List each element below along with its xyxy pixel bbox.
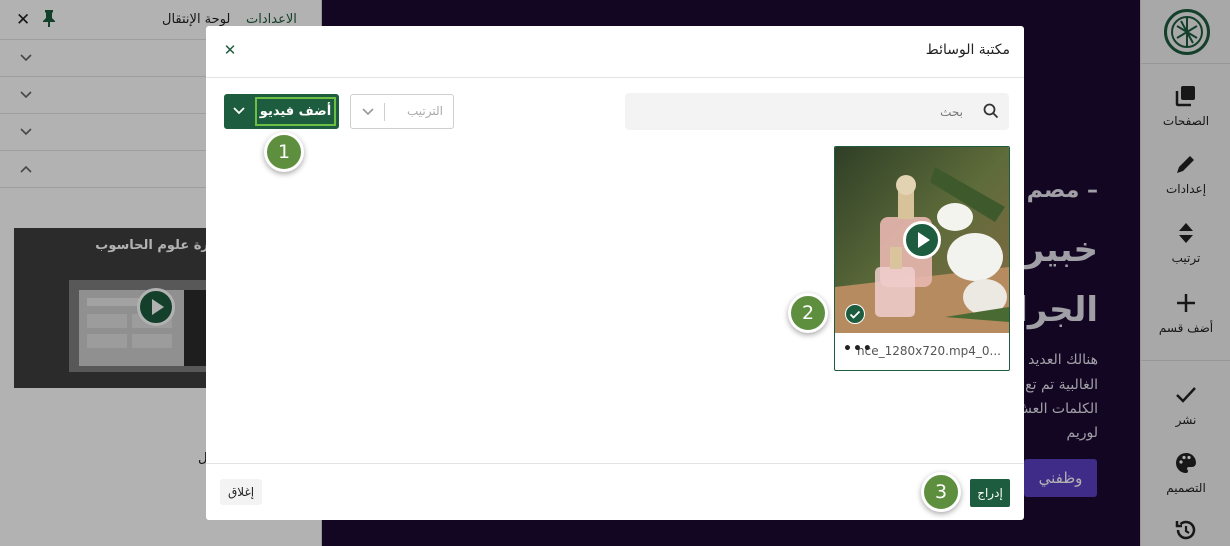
search-input[interactable]	[625, 93, 975, 130]
chevron-down-icon	[362, 108, 374, 116]
sort-select[interactable]: الترتيب	[350, 94, 454, 129]
modal-footer: إغلاق إدراج	[206, 463, 1024, 520]
close-icon[interactable]: ✕	[220, 40, 240, 60]
step-badge-2: 2	[788, 293, 828, 333]
search-icon	[983, 103, 999, 119]
insert-button[interactable]: إدراج	[970, 479, 1010, 507]
media-library-modal: مكتبة الوسائط ✕ الترتيب أضف فيديو	[206, 26, 1024, 520]
add-video-button[interactable]: أضف فيديو	[224, 94, 339, 129]
close-button[interactable]: إغلاق	[220, 479, 263, 505]
media-item[interactable]: nce_1280x720.mp4_0... •••	[834, 146, 1010, 371]
modal-title: مكتبة الوسائط	[925, 42, 1010, 58]
media-item-footer: nce_1280x720.mp4_0... •••	[835, 333, 1009, 370]
step-badge-1: 1	[264, 132, 304, 172]
media-filename: nce_1280x720.mp4_0...	[857, 344, 1001, 358]
add-video-label[interactable]: أضف فيديو	[255, 97, 336, 126]
play-icon[interactable]	[903, 221, 941, 259]
more-options-icon[interactable]: •••	[843, 341, 873, 357]
sort-placeholder: الترتيب	[407, 104, 443, 118]
chevron-down-icon[interactable]	[232, 104, 246, 118]
search-box[interactable]	[625, 93, 1009, 130]
selected-check-icon	[845, 304, 865, 324]
step-badge-3: 3	[921, 472, 961, 512]
sort-divider	[384, 103, 385, 121]
modal-header: مكتبة الوسائط ✕	[206, 26, 1024, 78]
